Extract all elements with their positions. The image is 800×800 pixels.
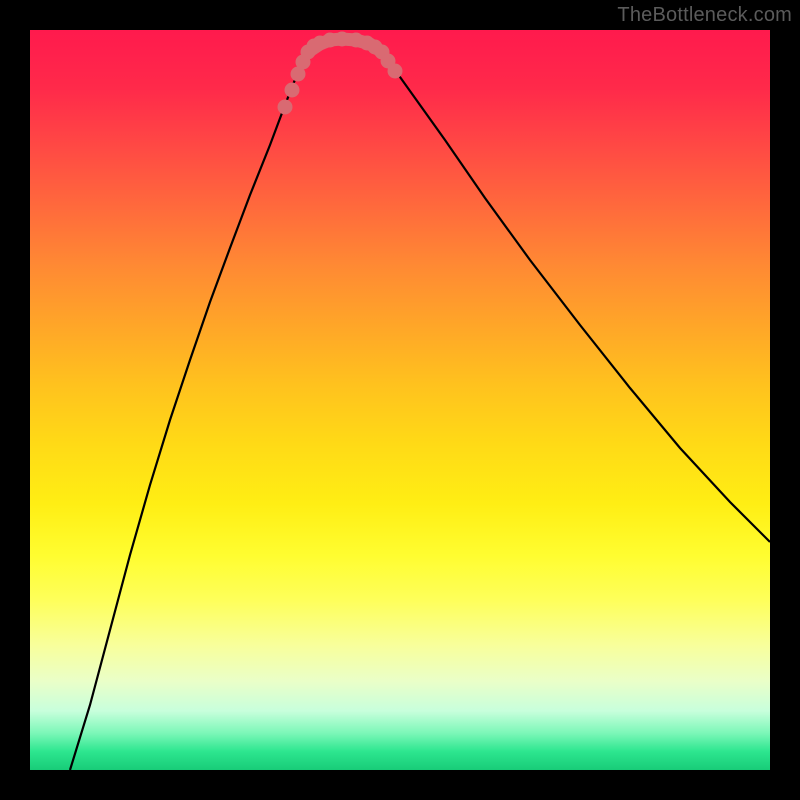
curve-left (70, 52, 308, 770)
curve-svg (30, 30, 770, 770)
highlight-markers (278, 32, 403, 115)
highlight-dot (388, 64, 403, 79)
watermark-text: TheBottleneck.com (617, 4, 792, 27)
curve-right (382, 52, 770, 542)
highlight-dot (335, 32, 350, 47)
chart-frame: TheBottleneck.com (0, 0, 800, 800)
highlight-dot (285, 83, 300, 98)
highlight-dot (278, 100, 293, 115)
plot-area (30, 30, 770, 770)
